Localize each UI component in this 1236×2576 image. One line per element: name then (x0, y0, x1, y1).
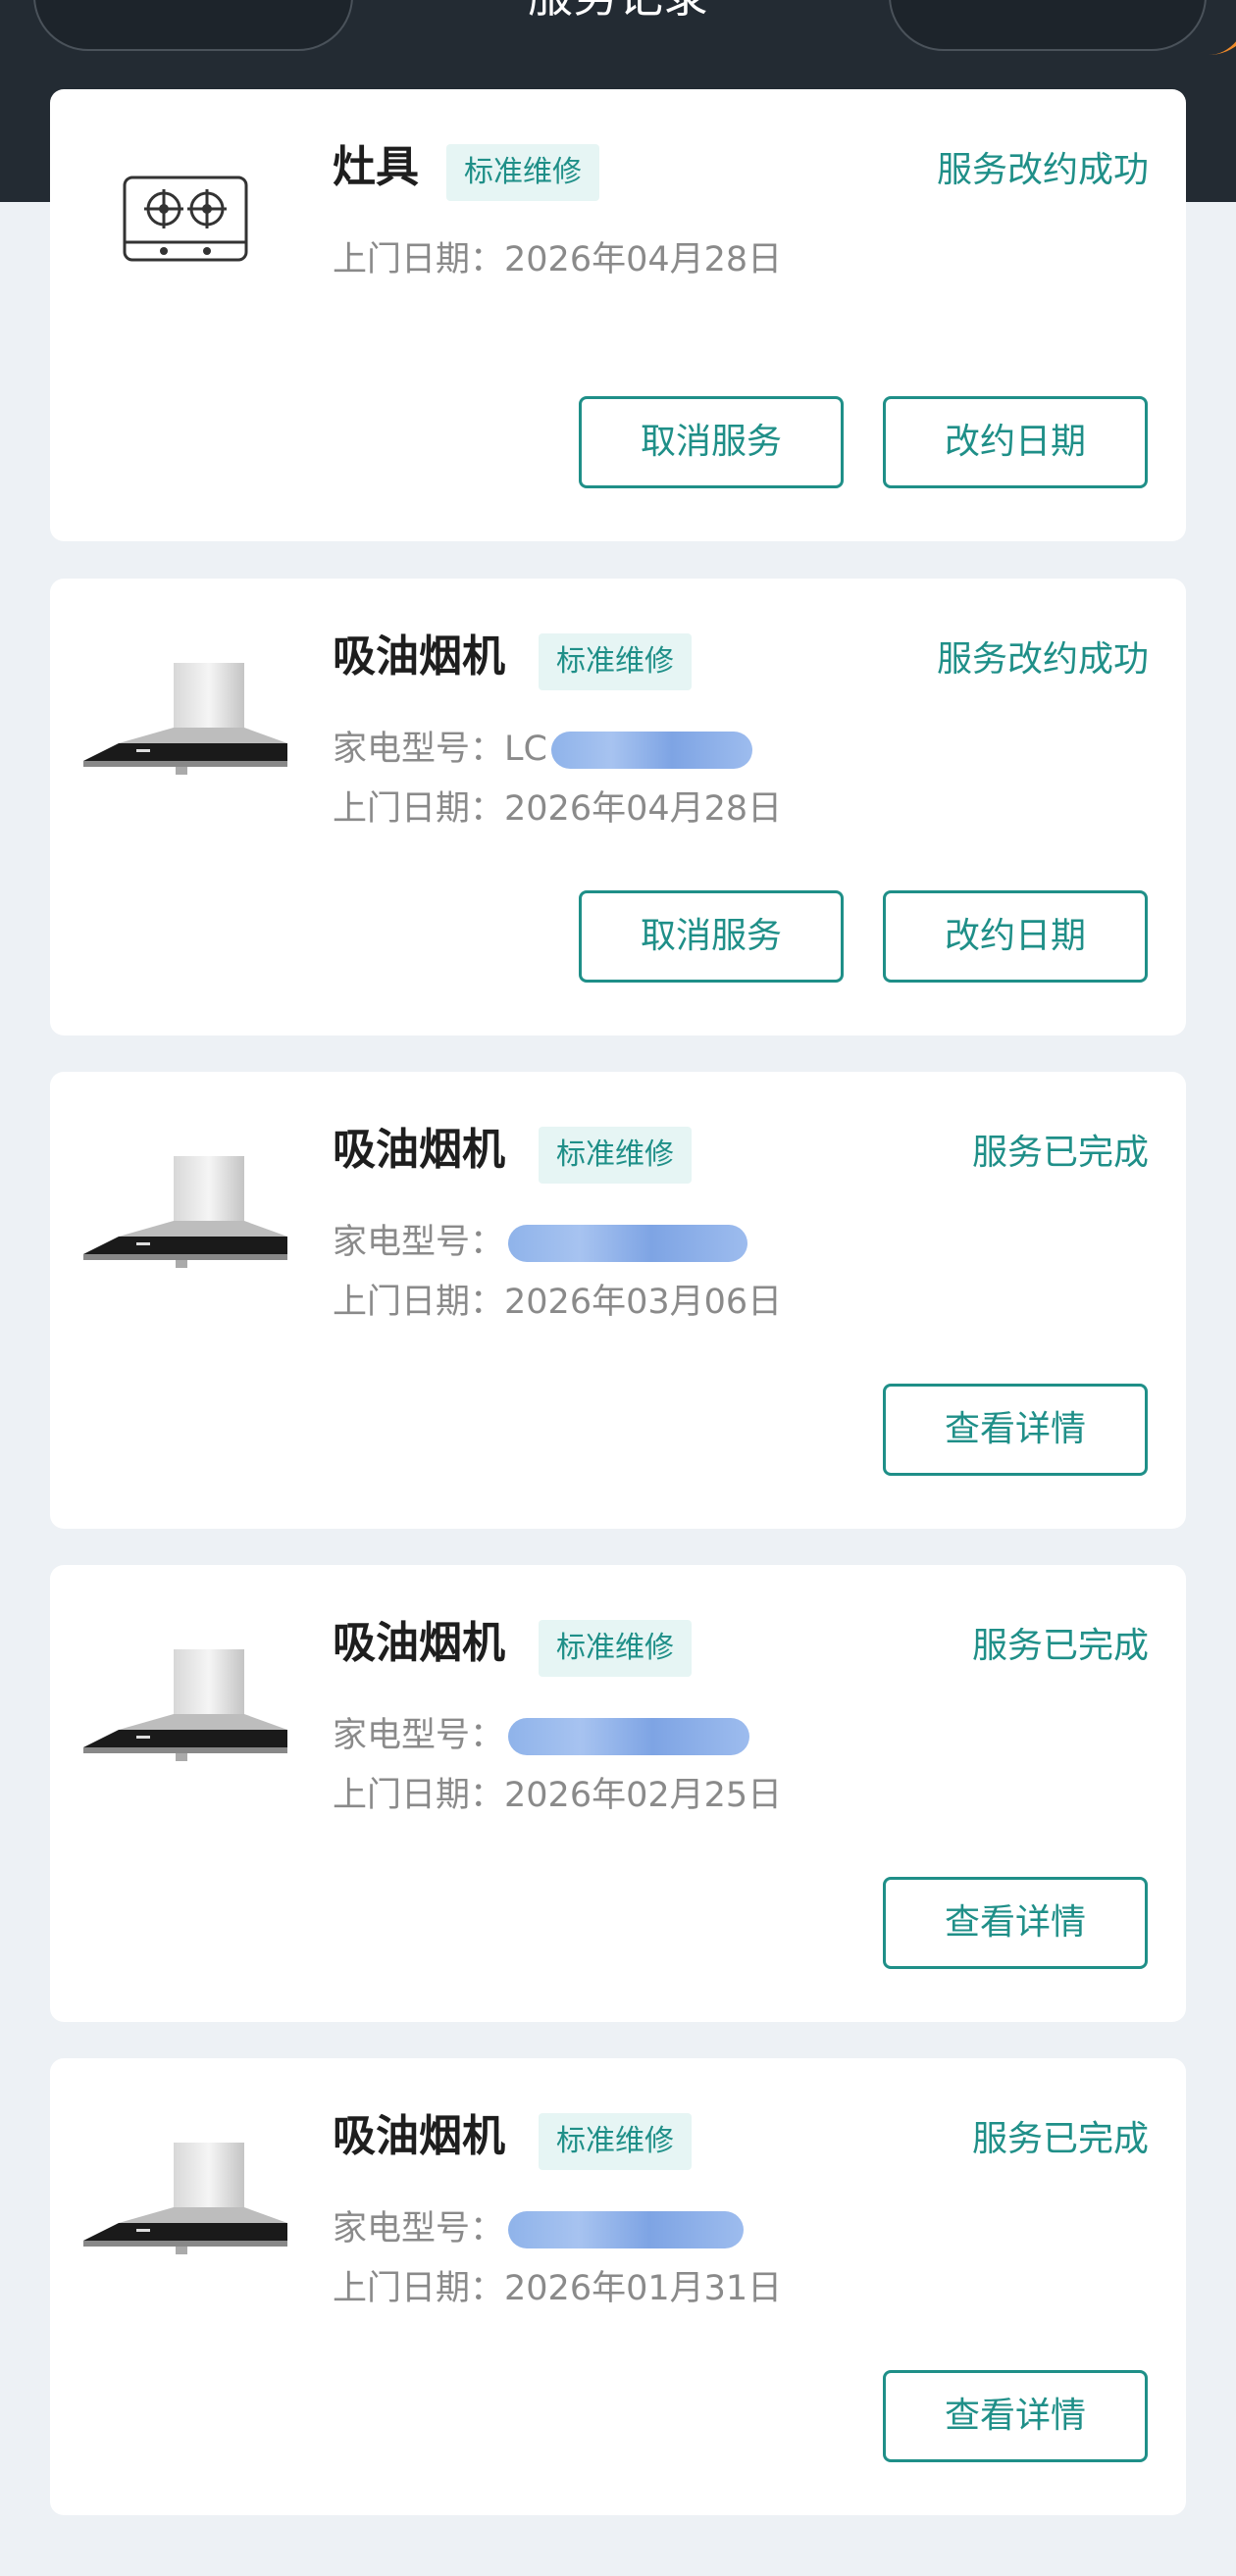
redacted-model-mask (508, 1718, 750, 1755)
model-label: 家电型号： (333, 1223, 505, 1262)
service-type-tag: 标准维修 (539, 2113, 692, 2170)
visit-date-row: 上门日期：2026年03月06日 (333, 1279, 782, 1326)
service-type-tag: 标准维修 (446, 144, 599, 201)
range-hood-icon (83, 1156, 287, 1268)
status-badge: 服务改约成功 (936, 150, 1149, 190)
service-type-tag: 标准维修 (539, 1127, 692, 1184)
date-label: 上门日期： (333, 1283, 505, 1322)
date-value: 2026年03月06日 (504, 1283, 783, 1322)
orange-corner-accent (1197, 0, 1236, 55)
redacted-model-mask (550, 732, 752, 769)
reschedule-button[interactable]: 改约日期 (883, 396, 1148, 488)
redacted-model-mask (508, 2211, 745, 2248)
model-label: 家电型号： (333, 730, 505, 769)
appliance-name: 吸油烟机 (333, 1125, 505, 1175)
cancel-service-button[interactable]: 取消服务 (579, 396, 844, 488)
range-hood-icon (83, 2143, 287, 2254)
model-value: LC (504, 730, 547, 769)
date-value: 2026年01月31日 (504, 2269, 783, 2308)
redacted-model-mask (508, 1225, 748, 1262)
service-record-card[interactable]: 吸油烟机 标准维修 服务已完成 家电型号： 上门日期：2026年01月31日 查… (50, 2058, 1186, 2515)
visit-date-row: 上门日期：2026年04月28日 (333, 236, 782, 283)
view-details-button[interactable]: 查看详情 (883, 1384, 1148, 1476)
date-label: 上门日期： (333, 2269, 505, 2308)
gas-stove-icon (123, 176, 248, 262)
nav-capsule (33, 0, 353, 51)
menu-capsule (889, 0, 1207, 51)
model-label: 家电型号： (333, 2209, 505, 2248)
visit-date-row: 上门日期：2026年04月28日 (333, 785, 782, 833)
service-type-tag: 标准维修 (539, 633, 692, 690)
view-details-button[interactable]: 查看详情 (883, 2370, 1148, 2462)
service-record-card[interactable]: 吸油烟机 标准维修 服务已完成 家电型号： 上门日期：2026年02月25日 查… (50, 1565, 1186, 2022)
page-title: 服务记录 (373, 0, 863, 25)
target-icon[interactable] (1095, 0, 1163, 11)
view-details-button[interactable]: 查看详情 (883, 1877, 1148, 1969)
visit-date-row: 上门日期：2026年01月31日 (333, 2265, 782, 2312)
model-row: 家电型号：LC (333, 726, 752, 773)
back-icon[interactable] (90, 0, 139, 11)
date-label: 上门日期： (333, 1776, 505, 1815)
reschedule-button[interactable]: 改约日期 (883, 890, 1148, 983)
home-icon[interactable] (237, 0, 306, 11)
date-value: 2026年04月28日 (504, 789, 783, 829)
model-row: 家电型号： (333, 2205, 745, 2252)
status-badge: 服务已完成 (971, 2119, 1149, 2159)
status-badge: 服务已完成 (971, 1133, 1149, 1173)
date-label: 上门日期： (333, 240, 505, 279)
appliance-name: 吸油烟机 (333, 631, 505, 682)
date-label: 上门日期： (333, 789, 505, 829)
cancel-service-button[interactable]: 取消服务 (579, 890, 844, 983)
model-row: 家电型号： (333, 1712, 750, 1759)
date-value: 2026年04月28日 (504, 240, 783, 279)
appliance-name: 吸油烟机 (333, 2111, 505, 2161)
model-row: 家电型号： (333, 1219, 748, 1266)
status-badge: 服务已完成 (971, 1626, 1149, 1666)
date-value: 2026年02月25日 (504, 1776, 783, 1815)
service-record-card[interactable]: 吸油烟机 标准维修 服务改约成功 家电型号：LC 上门日期：2026年04月28… (50, 579, 1186, 1035)
range-hood-icon (83, 1649, 287, 1761)
service-type-tag: 标准维修 (539, 1620, 692, 1677)
model-label: 家电型号： (333, 1716, 505, 1755)
appliance-name: 吸油烟机 (333, 1618, 505, 1668)
visit-date-row: 上门日期：2026年02月25日 (333, 1772, 782, 1819)
more-icon[interactable] (934, 0, 1012, 11)
service-record-card[interactable]: 吸油烟机 标准维修 服务已完成 家电型号： 上门日期：2026年03月06日 查… (50, 1072, 1186, 1529)
appliance-name: 灶具 (333, 142, 419, 192)
status-badge: 服务改约成功 (936, 639, 1149, 680)
range-hood-icon (83, 663, 287, 775)
service-record-card[interactable]: 灶具 标准维修 服务改约成功 上门日期：2026年04月28日 取消服务 改约日… (50, 89, 1186, 541)
